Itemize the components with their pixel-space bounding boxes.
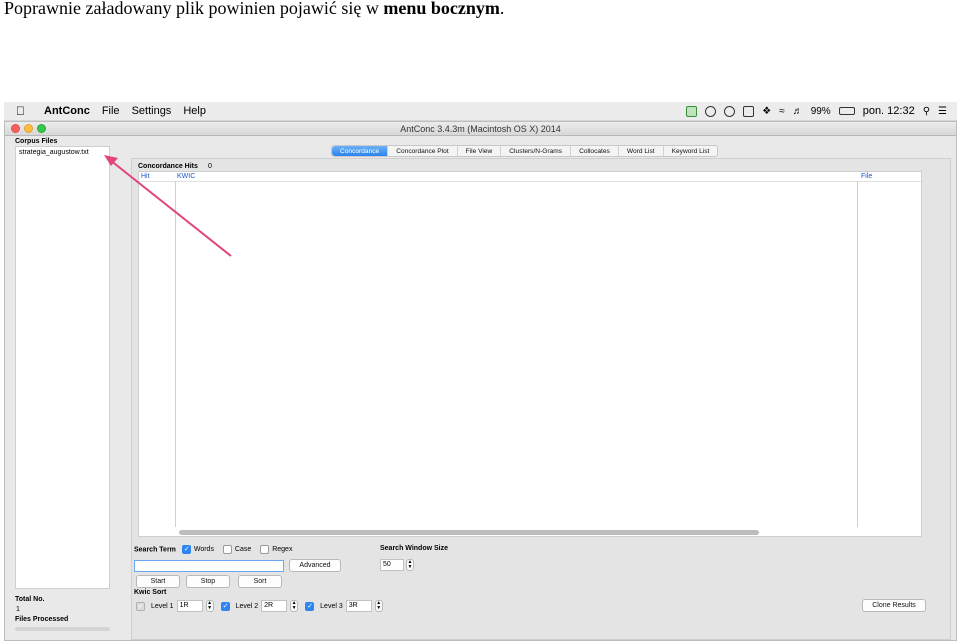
window-controls	[11, 124, 46, 133]
level2-stepper[interactable]: ▲ ▼	[290, 600, 299, 612]
tab-concordance-plot[interactable]: Concordance Plot	[388, 146, 458, 156]
level1-checkbox[interactable]	[136, 601, 145, 611]
level2-checkbox[interactable]	[220, 601, 230, 611]
total-no-label: Total No.	[15, 596, 45, 603]
stop-button[interactable]: Stop	[186, 575, 230, 588]
menu-app-name[interactable]: AntConc	[44, 105, 90, 117]
concordance-hits-value: 0	[208, 163, 212, 170]
window-size-control: 50 ▲ ▼	[380, 559, 414, 571]
title-bar: AntConc 3.4.3m (Macintosh OS X) 2014	[5, 122, 956, 136]
level3-label: Level 3	[320, 602, 343, 610]
window-title: AntConc 3.4.3m (Macintosh OS X) 2014	[400, 124, 561, 134]
files-processed-label: Files Processed	[15, 616, 69, 623]
main-panel: Concordance Concordance Plot File View C…	[131, 136, 951, 640]
words-checkbox[interactable]	[181, 545, 191, 554]
column-divider	[175, 181, 176, 527]
case-label: Case	[234, 546, 252, 554]
list-item[interactable]: strategia_augustow.txt	[16, 147, 109, 158]
column-header-kwic[interactable]: KWIC	[177, 173, 195, 180]
level1-field[interactable]: 1R	[176, 600, 203, 612]
start-button[interactable]: Start	[136, 575, 180, 588]
window-size-stepper[interactable]: ▲ ▼	[405, 559, 414, 571]
advanced-button[interactable]: Advanced	[289, 559, 341, 572]
sort-button[interactable]: Sort	[238, 575, 282, 588]
wifi-icon[interactable]: ≈	[779, 106, 785, 117]
header-divider	[139, 181, 921, 182]
tab-word-list[interactable]: Word List	[619, 146, 664, 156]
level3-field[interactable]: 3R	[345, 600, 372, 612]
regex-label: Regex	[272, 546, 293, 554]
case-checkbox[interactable]	[222, 545, 232, 554]
menu-help[interactable]: Help	[183, 105, 206, 117]
corpus-file-list[interactable]: strategia_augustow.txt	[15, 146, 110, 589]
close-icon[interactable]	[11, 124, 20, 133]
minimize-icon[interactable]	[24, 124, 33, 133]
menu-settings[interactable]: Settings	[132, 105, 172, 117]
search-icon[interactable]: ⚲	[923, 106, 930, 117]
zoom-icon[interactable]	[37, 124, 46, 133]
concordance-hits-label: Concordance Hits	[138, 163, 198, 170]
caption: Poprawnie załadowany plik powinien pojaw…	[4, 0, 504, 19]
search-term-label: Search Term	[134, 546, 176, 554]
concordance-panel: Concordance Hits 0 Hit KWIC File Search …	[131, 158, 951, 640]
tab-keyword-list[interactable]: Keyword List	[664, 146, 718, 156]
sidebar: Corpus Files strategia_augustow.txt Tota…	[11, 136, 113, 640]
total-no-value: 1	[16, 606, 20, 613]
volume-icon[interactable]: ♬	[793, 106, 803, 117]
battery-icon[interactable]	[838, 107, 855, 115]
menu-bar:  AntConc File Settings Help ❖ ≈ ♬ 99% p…	[4, 102, 957, 121]
kwic-sort-levels: Level 1 1R ▲▼ Level 2 2R ▲▼ Level 3 3R ▲…	[136, 600, 383, 612]
dropbox-icon[interactable]: ❖	[762, 106, 771, 117]
download-icon[interactable]	[686, 105, 698, 117]
column-header-hit[interactable]: Hit	[141, 173, 150, 180]
words-label: Words	[193, 546, 214, 554]
window-size-field[interactable]: 50	[380, 559, 404, 571]
search-options: Search Term Words Case Regex	[134, 545, 292, 554]
level2-field[interactable]: 2R	[261, 600, 288, 612]
level3-stepper[interactable]: ▲ ▼	[374, 600, 383, 612]
menu-file[interactable]: File	[102, 105, 120, 117]
antconc-window: AntConc 3.4.3m (Macintosh OS X) 2014 Cor…	[4, 121, 957, 641]
search-input[interactable]	[134, 560, 284, 572]
tab-clusters[interactable]: Clusters/N-Grams	[501, 146, 572, 156]
horizontal-scrollbar[interactable]	[179, 530, 759, 535]
results-table[interactable]: Hit KWIC File	[138, 171, 922, 537]
corpus-files-header: Corpus Files	[15, 138, 58, 145]
tab-collocates[interactable]: Collocates	[571, 146, 619, 156]
search-window-size-label: Search Window Size	[380, 545, 449, 552]
column-header-file[interactable]: File	[861, 173, 872, 180]
caption-bold: menu bocznym	[383, 0, 500, 18]
time-machine-icon[interactable]	[724, 105, 736, 117]
battery-percent: 99%	[810, 105, 831, 117]
tab-file-view[interactable]: File View	[458, 146, 502, 156]
files-progress-bar	[15, 627, 110, 631]
tab-concordance[interactable]: Concordance	[332, 146, 389, 156]
list-icon[interactable]: ☰	[938, 106, 947, 117]
kwic-sort-label: Kwic Sort	[134, 589, 167, 596]
caption-text: Poprawnie załadowany plik powinien pojaw…	[4, 0, 384, 18]
apple-icon[interactable]: 	[16, 104, 30, 118]
status-area: ❖ ≈ ♬ 99% pon. 12:32 ⚲ ☰	[686, 105, 957, 117]
clone-results-button[interactable]: Clone Results	[862, 599, 926, 612]
square-icon[interactable]	[743, 105, 755, 117]
level1-stepper[interactable]: ▲ ▼	[205, 600, 214, 612]
caption-end: .	[499, 0, 505, 18]
level2-label: Level 2	[235, 602, 259, 610]
eye-icon[interactable]	[705, 105, 717, 117]
tool-tabs: Concordance Concordance Plot File View C…	[331, 145, 719, 157]
clock[interactable]: pon. 12:32	[863, 105, 915, 117]
level1-label: Level 1	[151, 602, 174, 610]
regex-checkbox[interactable]	[260, 545, 270, 554]
level3-checkbox[interactable]	[305, 601, 315, 611]
column-divider	[857, 181, 858, 527]
